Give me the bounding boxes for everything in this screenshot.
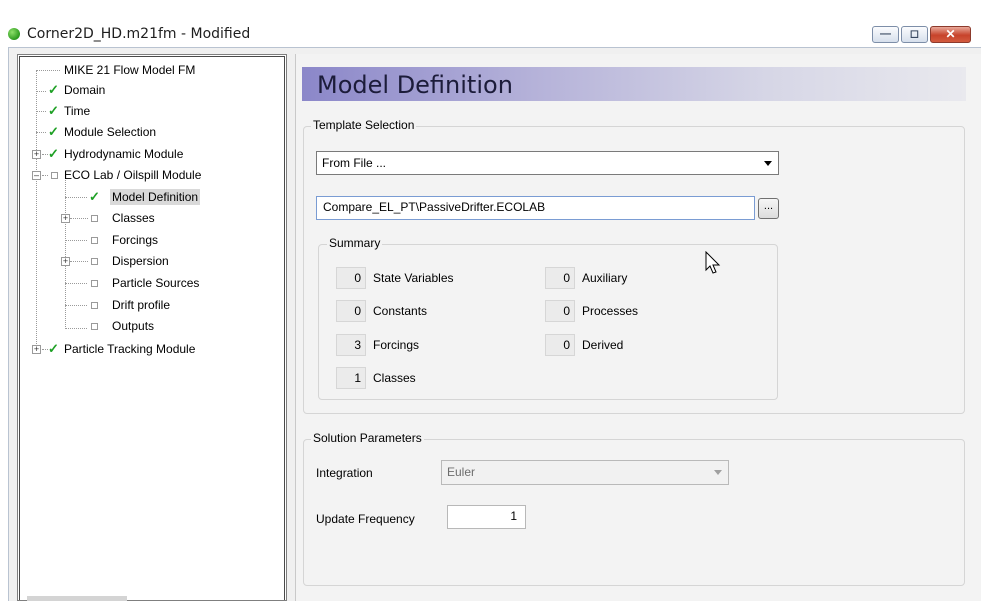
forcings-count: 3 xyxy=(336,334,366,356)
tree-item-label: Model Definition xyxy=(110,189,201,205)
update-frequency-input[interactable]: 1 xyxy=(447,505,526,529)
tree-root-label: MIKE 21 Flow Model FM xyxy=(64,63,196,77)
tree-item-label: Particle Tracking Module xyxy=(64,342,196,356)
classes-label: Classes xyxy=(373,371,416,385)
chevron-down-icon xyxy=(764,161,772,166)
checkmark-icon: ✓ xyxy=(48,146,59,161)
state-variables-label: State Variables xyxy=(373,271,454,285)
expand-icon[interactable]: + xyxy=(32,150,41,159)
tree-item-eco-lab[interactable]: – ECO Lab / Oilspill Module xyxy=(32,167,262,183)
tree-item-dispersion[interactable]: + Dispersion xyxy=(61,253,211,269)
tree-item-forcings[interactable]: Forcings xyxy=(61,232,211,248)
tree-horizontal-scrollbar[interactable] xyxy=(27,596,127,601)
template-file-input[interactable]: Compare_EL_PT\PassiveDrifter.ECOLAB xyxy=(316,196,755,220)
tree-item-hydrodynamic-module[interactable]: + ✓ Hydrodynamic Module xyxy=(32,146,252,162)
window-controls: — ◻ ✕ xyxy=(872,26,971,43)
forcings-label: Forcings xyxy=(373,338,420,352)
close-button[interactable]: ✕ xyxy=(930,26,971,43)
tree-item-model-definition[interactable]: ✓ Model Definition xyxy=(89,189,239,205)
tree-item-label: Outputs xyxy=(112,319,155,333)
checkmark-icon: ✓ xyxy=(48,341,59,356)
integration-dropdown[interactable]: Euler xyxy=(441,460,729,485)
auxiliary-count: 0 xyxy=(545,267,575,289)
expand-icon[interactable]: + xyxy=(61,257,70,266)
tree-item-drift-profile[interactable]: Drift profile xyxy=(61,297,211,313)
tree-item-particle-tracking-module[interactable]: + ✓ Particle Tracking Module xyxy=(32,341,272,357)
checkmark-icon: ✓ xyxy=(48,124,59,139)
solution-parameters-legend: Solution Parameters xyxy=(311,431,424,445)
state-variables-count: 0 xyxy=(336,267,366,289)
tree-item-label: Time xyxy=(64,104,91,118)
page-title: Model Definition xyxy=(317,71,513,99)
tree-item-particle-sources[interactable]: Particle Sources xyxy=(61,275,241,291)
chevron-down-icon xyxy=(714,470,722,475)
unchecked-box-icon xyxy=(91,302,98,309)
template-selection-legend: Template Selection xyxy=(311,118,417,132)
derived-label: Derived xyxy=(582,338,624,352)
unchecked-box-icon xyxy=(91,323,98,330)
tree-item-domain[interactable]: ✓ Domain xyxy=(48,82,248,98)
tree-item-label: Drift profile xyxy=(112,298,171,312)
tree-item-label: Dispersion xyxy=(112,254,169,268)
unchecked-box-icon xyxy=(51,172,58,179)
processes-count: 0 xyxy=(545,300,575,322)
tree-item-label: Particle Sources xyxy=(112,276,200,290)
tree-item-label: Domain xyxy=(64,83,106,97)
tree-item-label: Classes xyxy=(112,211,155,225)
close-icon: ✕ xyxy=(945,27,956,41)
mouse-cursor-icon xyxy=(705,251,721,274)
window-title: Corner2D_HD.m21fm - Modified xyxy=(27,26,251,42)
tree-item-outputs[interactable]: Outputs xyxy=(61,318,211,334)
auxiliary-label: Auxiliary xyxy=(582,271,628,285)
tree-item-label: Module Selection xyxy=(64,125,157,139)
unchecked-box-icon xyxy=(91,237,98,244)
integration-value: Euler xyxy=(447,465,476,479)
unchecked-box-icon xyxy=(91,215,98,222)
constants-label: Constants xyxy=(373,304,428,318)
minimize-button[interactable]: — xyxy=(872,26,899,43)
page-header: Model Definition xyxy=(302,67,966,101)
checkmark-icon: ✓ xyxy=(48,103,59,118)
expand-icon[interactable]: + xyxy=(61,214,70,223)
tree-item-time[interactable]: ✓ Time xyxy=(48,103,248,119)
tree-item-module-selection[interactable]: ✓ Module Selection xyxy=(48,124,248,140)
template-source-dropdown[interactable]: From File ... xyxy=(316,151,779,175)
classes-count: 1 xyxy=(336,367,366,389)
checkmark-icon: ✓ xyxy=(89,189,100,204)
integration-label: Integration xyxy=(316,466,373,480)
template-source-value: From File ... xyxy=(322,156,387,170)
unchecked-box-icon xyxy=(91,280,98,287)
tree-item-classes[interactable]: + Classes xyxy=(61,210,211,226)
tree-item-label: Forcings xyxy=(112,233,159,247)
app-status-icon xyxy=(8,28,20,40)
unchecked-box-icon xyxy=(91,258,98,265)
expand-icon[interactable]: + xyxy=(32,345,41,354)
browse-file-button[interactable]: ... xyxy=(758,198,779,219)
collapse-icon[interactable]: – xyxy=(32,171,41,180)
derived-count: 0 xyxy=(545,334,575,356)
maximize-icon: ◻ xyxy=(909,28,920,40)
tree-item-label: ECO Lab / Oilspill Module xyxy=(64,168,202,182)
maximize-button[interactable]: ◻ xyxy=(901,26,928,43)
update-frequency-label: Update Frequency xyxy=(316,512,415,526)
minimize-icon: — xyxy=(880,28,891,40)
checkmark-icon: ✓ xyxy=(48,82,59,97)
summary-legend: Summary xyxy=(327,236,383,250)
processes-label: Processes xyxy=(582,304,639,318)
tree-item-label: Hydrodynamic Module xyxy=(64,147,184,161)
constants-count: 0 xyxy=(336,300,366,322)
title-bar: Corner2D_HD.m21fm - Modified — ◻ ✕ xyxy=(0,0,981,47)
